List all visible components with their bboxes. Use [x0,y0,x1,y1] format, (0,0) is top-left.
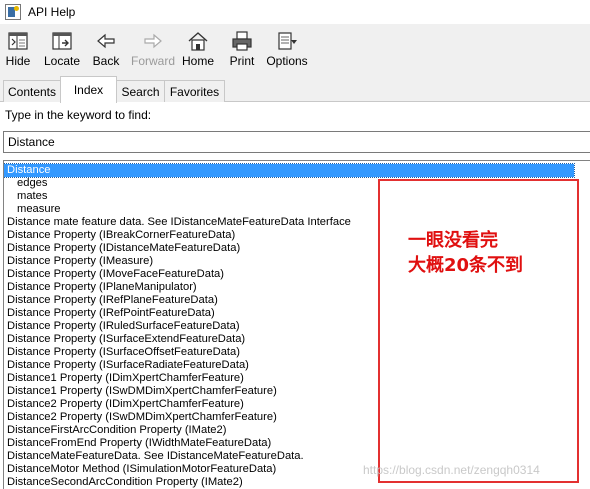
index-list-item[interactable]: Distance Property (IRefPointFeatureData) [4,307,215,320]
tab-label: Favorites [169,84,220,99]
annotation-box [378,179,579,483]
index-list-item[interactable]: Distance Property (ISurfaceRadiateFeatur… [4,359,249,372]
index-list-item[interactable]: edges [4,177,47,190]
tab-label: Index [73,83,104,97]
index-list-item[interactable]: Distance Property (IMoveFaceFeatureData) [4,268,224,281]
options-icon [278,32,297,50]
hide-icon [8,32,28,50]
tab-strip: Contents Index Search Favorites [0,76,590,103]
toolbar: Hide Locate Back Forward Home Print Opti… [0,28,590,70]
index-list-item[interactable]: Distance2 Property (ISwDMDimXpertChamfer… [4,411,277,424]
index-list-item[interactable]: Distance Property (ISurfaceOffsetFeature… [4,346,240,359]
index-list-item[interactable]: DistanceSecondArcCondition Property (IMa… [4,476,243,489]
options-button[interactable]: Options [266,28,308,68]
forward-arrow-icon [144,33,162,49]
keyword-prompt: Type in the keyword to find: [5,108,152,122]
title-bar: API Help [0,0,590,24]
index-list-item[interactable]: Distance mate feature data. See IDistanc… [4,216,351,229]
index-list-item[interactable]: mates [4,190,47,203]
index-list-item[interactable]: Distance Property (IDistanceMateFeatureD… [4,242,240,255]
print-label: Print [229,54,255,68]
tab-favorites[interactable]: Favorites [164,80,225,102]
window-title: API Help [28,5,76,19]
back-arrow-icon [97,33,115,49]
locate-button[interactable]: Locate [43,28,81,68]
printer-icon [232,31,252,51]
home-label: Home [181,54,214,68]
tab-label: Search [121,84,160,99]
index-list-item[interactable]: Distance Property (IRuledSurfaceFeatureD… [4,320,240,333]
index-list-item[interactable]: measure [4,203,61,216]
options-label: Options [266,54,308,68]
locate-label: Locate [43,54,81,68]
index-list-item[interactable]: Distance [4,163,575,178]
index-list-item[interactable]: DistanceMateFeatureData. See IDistanceMa… [4,450,304,463]
help-app-icon [5,4,21,20]
forward-button[interactable]: Forward [131,28,176,68]
forward-label: Forward [131,54,176,68]
tab-label: Contents [7,84,57,99]
annotation-text-line1: 一眼没看完 [408,230,498,251]
hide-label: Hide [5,54,31,68]
back-label: Back [92,54,120,68]
hide-button[interactable]: Hide [5,28,31,68]
index-list-item[interactable]: Distance Property (IBreakCornerFeatureDa… [4,229,235,242]
index-list-item[interactable]: Distance2 Property (IDimXpertChamferFeat… [4,398,244,411]
index-list-item[interactable]: Distance1 Property (IDimXpertChamferFeat… [4,372,244,385]
home-icon [188,32,208,51]
index-list-item[interactable]: DistanceMotor Method (ISimulationMotorFe… [4,463,276,476]
home-button[interactable]: Home [181,28,215,68]
index-list-item[interactable]: Distance1 Property (ISwDMDimXpertChamfer… [4,385,277,398]
print-button[interactable]: Print [229,28,255,68]
index-list-item[interactable]: Distance Property (IPlaneManipulator) [4,281,197,294]
tab-index[interactable]: Index [60,76,117,103]
keyword-input[interactable] [3,131,590,153]
index-list-item[interactable]: Distance Property (IMeasure) [4,255,153,268]
index-list-item[interactable]: Distance Property (IRefPlaneFeatureData) [4,294,218,307]
locate-icon [52,32,72,50]
index-list-item[interactable]: DistanceFirstArcCondition Property (IMat… [4,424,226,437]
index-list-item[interactable]: Distance Property (ISurfaceExtendFeature… [4,333,245,346]
tab-contents[interactable]: Contents [3,80,61,102]
index-list-item[interactable]: DistanceFromEnd Property (IWidthMateFeat… [4,437,271,450]
tab-search[interactable]: Search [116,80,165,102]
annotation-text-line2: 大概20条不到 [408,255,524,276]
back-button[interactable]: Back [91,28,121,68]
watermark-text: https://blog.csdn.net/zengqh0314 [363,463,540,477]
